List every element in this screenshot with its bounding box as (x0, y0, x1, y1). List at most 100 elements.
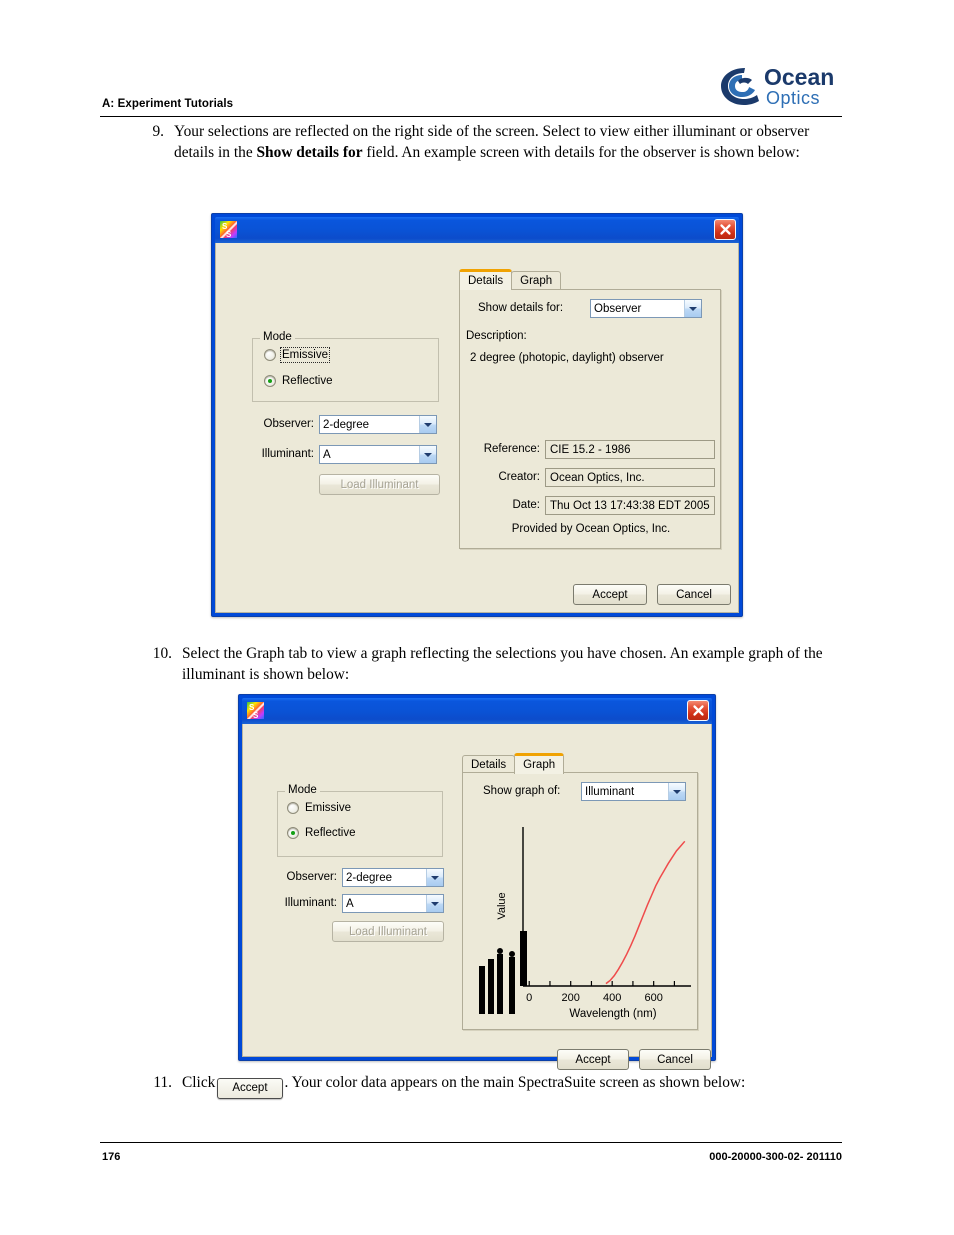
observer-combobox[interactable]: 2-degree (342, 868, 444, 887)
date-label: Date: (512, 499, 541, 511)
x-axis-tick-label: 600 (644, 992, 662, 1004)
step-9-number: 9. (152, 123, 164, 140)
close-icon[interactable] (714, 219, 736, 240)
radio-reflective-indicator[interactable] (287, 827, 299, 839)
graph-tab-panel: Show graph of: Illuminant 0 200 400 600 (462, 772, 698, 1030)
x-axis-tick-label: 200 (562, 992, 580, 1004)
dialog-client-area-details: Mode Emissive Reflective Observer: 2-deg… (215, 243, 739, 613)
series-illuminant-a (605, 840, 686, 985)
load-illuminant-button: Load Illuminant (319, 474, 440, 495)
radio-emissive[interactable]: Emissive (287, 802, 351, 814)
header-divider (100, 116, 842, 117)
radio-reflective-indicator[interactable] (264, 375, 276, 387)
step-11-text-b: . Your color data appears on the main Sp… (284, 1074, 746, 1091)
show-graph-of-label: Show graph of: (483, 785, 561, 797)
illuminant-label: Illuminant: (284, 897, 337, 909)
load-illuminant-button: Load Illuminant (332, 921, 444, 942)
illuminant-spectrum-chart: 0 200 400 600 Value Wavelength (nm) (467, 811, 695, 1026)
show-graph-of-combobox[interactable]: Illuminant (581, 782, 686, 801)
step-10-number: 10. (152, 645, 172, 662)
step-10-body: Select the Graph tab to view a graph ref… (182, 645, 823, 683)
svg-text:S: S (226, 230, 232, 238)
date-value: Thu Oct 13 17:43:38 EDT 2005 (545, 496, 715, 515)
x-axis-tick-label: 400 (603, 992, 621, 1004)
step-9-bold-term: Show details for (256, 143, 363, 161)
ocean-optics-logo-svg: Ocean Optics (721, 64, 834, 108)
observer-label: Observer: (263, 418, 315, 430)
radio-emissive-indicator[interactable] (287, 802, 299, 814)
tabstrip-details[interactable]: Details Graph (459, 269, 562, 290)
provided-by-text: Provided by Ocean Optics, Inc. (511, 523, 671, 535)
illuminant-combobox[interactable]: A (319, 445, 437, 464)
radio-emissive-indicator[interactable] (264, 349, 276, 361)
illuminant-spectrum-chart-svg: 0 200 400 600 Value Wavelength (nm) (479, 827, 691, 1020)
radio-reflective-label: Reflective (282, 375, 333, 387)
swirl-icon (721, 68, 759, 105)
tabstrip-graph[interactable]: Details Graph (462, 753, 565, 774)
illuminant-label: Illuminant: (261, 448, 314, 460)
chevron-down-icon[interactable] (419, 416, 436, 433)
chevron-down-icon[interactable] (426, 895, 443, 912)
dialog-client-area-graph: Mode Emissive Reflective Observer: 2-deg… (242, 724, 712, 1070)
y-axis-tick-labels-clipped (479, 948, 515, 1014)
tab-graph[interactable]: Graph (511, 271, 562, 290)
illuminant-combobox-value: A (323, 448, 331, 461)
chevron-down-icon[interactable] (668, 783, 685, 800)
color-settings-dialog-graph[interactable]: S S Mode Emissive Reflective Observer: 2… (238, 694, 716, 1070)
tab-details[interactable]: Details (459, 269, 513, 290)
logo-word-optics: Optics (766, 88, 820, 108)
inline-accept-button: Accept (217, 1078, 283, 1099)
illuminant-combobox[interactable]: A (342, 894, 444, 913)
step-11: 11. Click Accept. Your color data appears… (134, 1073, 846, 1099)
footer-divider (100, 1142, 842, 1143)
x-axis-tick-label: 0 (526, 992, 532, 1004)
x-axis-ticks: 0 200 400 600 (526, 981, 676, 1004)
footer-document-number: 000-20000-300-02- 201110 (709, 1151, 842, 1163)
logo-word-ocean: Ocean (764, 64, 834, 90)
observer-combobox-value: 2-degree (346, 871, 393, 884)
spectrasuite-icon: S S (247, 702, 264, 720)
cancel-button[interactable]: Cancel (657, 584, 731, 605)
show-details-for-value: Observer (594, 302, 642, 315)
observer-label: Observer: (286, 871, 338, 883)
spectrasuite-icon: S S (220, 221, 237, 239)
color-settings-dialog-details[interactable]: S S Mode Emissive Reflective Observer: 2… (211, 213, 743, 617)
ocean-optics-logo: Ocean Optics (718, 62, 842, 110)
step-9: 9. Your selections are reflected on the … (126, 122, 846, 163)
mode-groupbox: Mode (277, 784, 443, 857)
tab-graph[interactable]: Graph (514, 753, 565, 774)
step-11-text-a: Click (182, 1074, 216, 1091)
radio-reflective-label: Reflective (305, 827, 356, 839)
chevron-down-icon[interactable] (419, 446, 436, 463)
dialog-titlebar-details[interactable]: S S (215, 217, 739, 243)
mode-groupbox-title: Mode (260, 331, 295, 343)
observer-combobox-value: 2-degree (323, 418, 370, 431)
illuminant-combobox-value: A (346, 897, 354, 910)
step-11-body: Click Accept. Your color data appears on … (182, 1073, 846, 1099)
show-details-for-combobox[interactable]: Observer (590, 299, 702, 318)
accept-button[interactable]: Accept (573, 584, 647, 605)
chevron-down-icon[interactable] (426, 869, 443, 886)
page-header: Ocean Optics A: Experiment Tutorials (100, 62, 842, 120)
radio-reflective[interactable]: Reflective (264, 375, 333, 387)
observer-combobox[interactable]: 2-degree (319, 415, 437, 434)
radio-reflective[interactable]: Reflective (287, 827, 356, 839)
radio-emissive-label: Emissive (305, 802, 352, 814)
close-icon[interactable] (687, 700, 709, 721)
running-header-title: A: Experiment Tutorials (102, 98, 234, 110)
chevron-down-icon[interactable] (684, 300, 701, 317)
cancel-button[interactable]: Cancel (639, 1049, 711, 1070)
description-label: Description: (466, 330, 527, 342)
creator-label: Creator: (498, 471, 540, 483)
reference-label: Reference: (483, 443, 540, 455)
show-details-for-label: Show details for: (478, 302, 564, 314)
mode-groupbox-title: Mode (285, 784, 320, 796)
mode-groupbox: Mode (252, 331, 439, 402)
dialog-titlebar-graph[interactable]: S S (242, 698, 712, 724)
y-axis-title: Value (496, 892, 508, 919)
radio-emissive[interactable]: Emissive (264, 347, 331, 363)
step-11-number: 11. (153, 1074, 172, 1091)
details-tab-panel: Show details for: Observer Description: … (459, 289, 721, 549)
accept-button[interactable]: Accept (557, 1049, 629, 1070)
step-9-text-b: field. An example screen with details fo… (362, 143, 800, 161)
